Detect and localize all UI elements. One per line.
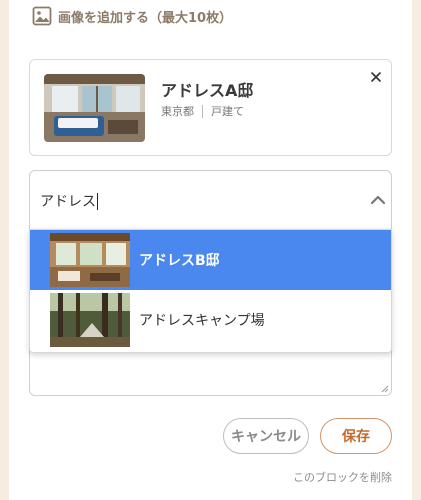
property-search-input[interactable]: アドレス <box>40 191 98 211</box>
option-thumbnail <box>50 233 130 287</box>
cancel-button[interactable]: キャンセル <box>223 418 309 454</box>
save-button[interactable]: 保存 <box>320 418 392 454</box>
add-image-button[interactable]: 画像を追加する（最大10枚） <box>32 4 232 28</box>
selected-property-card: アドレスA邸 東京都 戸建て <box>29 59 392 156</box>
add-image-label: 画像を追加する（最大10枚） <box>58 10 233 26</box>
property-name: アドレスA邸 <box>161 81 254 100</box>
search-input-value: アドレス <box>40 194 96 210</box>
text-cursor <box>97 192 98 210</box>
option-label: アドレスキャンプ場 <box>139 313 265 329</box>
close-icon <box>371 72 381 82</box>
option-label: アドレスB邸 <box>139 253 220 269</box>
property-prefecture: 東京都 <box>161 105 194 118</box>
property-options-list: アドレスB邸 アドレスキャンプ場 <box>29 229 392 353</box>
property-type: 戸建て <box>211 105 244 118</box>
meta-divider <box>202 104 203 118</box>
property-thumbnail <box>44 74 145 142</box>
option-item[interactable]: アドレスキャンプ場 <box>30 290 391 350</box>
option-item[interactable]: アドレスB邸 <box>30 230 391 290</box>
option-thumbnail <box>50 293 130 347</box>
resize-handle-icon[interactable] <box>381 385 389 393</box>
chevron-up-icon[interactable] <box>369 191 387 209</box>
remove-property-button[interactable] <box>367 68 385 86</box>
delete-block-link[interactable]: このブロックを削除 <box>293 469 392 485</box>
image-icon <box>32 6 52 26</box>
property-meta: 東京都 戸建て <box>161 103 244 119</box>
